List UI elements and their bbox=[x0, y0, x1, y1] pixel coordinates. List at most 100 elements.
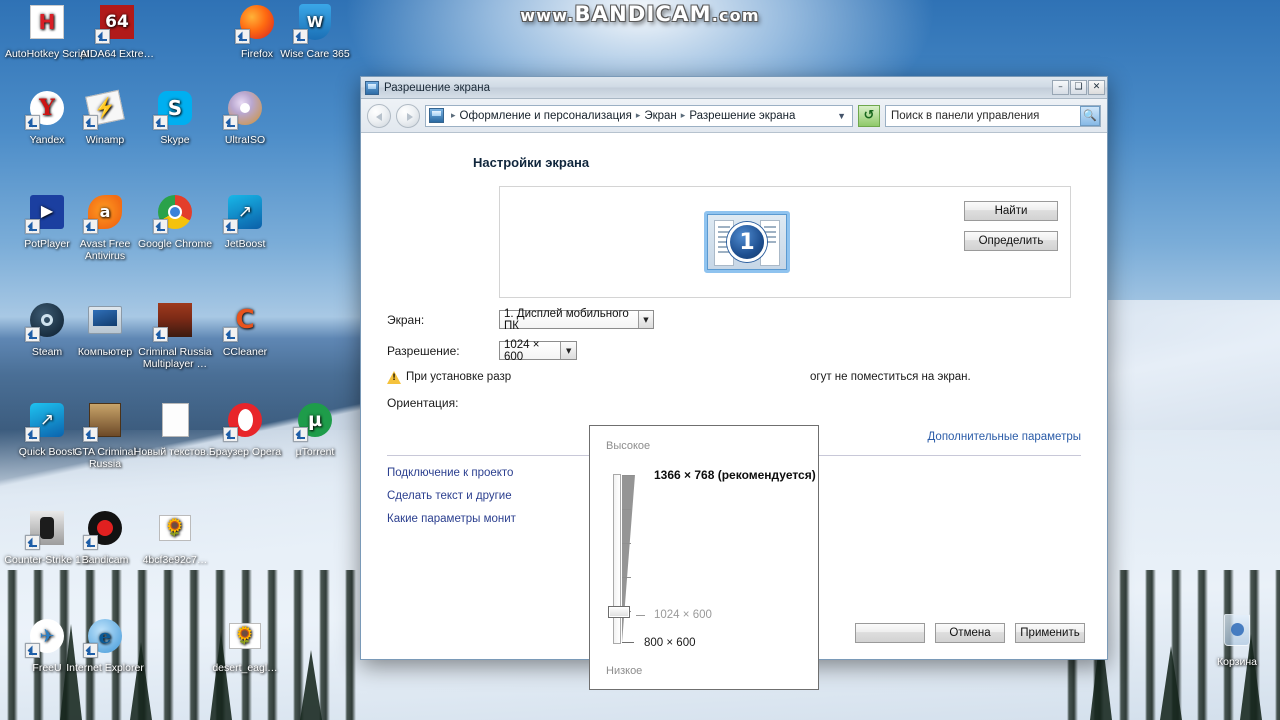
bandicam-watermark: www.BANDICAM.com bbox=[0, 2, 1280, 26]
search-placeholder: Поиск в панели управления bbox=[891, 109, 1040, 122]
desktop-icon-ultraiso[interactable]: UltraISO bbox=[202, 86, 288, 146]
resolution-dropdown-popup[interactable]: Высокое Низкое 1366 × 768 (рекомендуется… bbox=[589, 425, 819, 690]
page-title: Настройки экрана bbox=[473, 155, 590, 170]
help-links: Подключение к проекто Сделать текст и др… bbox=[387, 467, 516, 525]
desktop-icon-label: Wise Care 365 bbox=[280, 48, 350, 60]
display-settings-icon bbox=[365, 80, 379, 95]
display-resolution-window[interactable]: Разрешение экрана – ❑ ✕ ▸ Оформление и п… bbox=[360, 76, 1108, 690]
monitor-preview-icon[interactable]: 1 bbox=[704, 211, 790, 273]
search-input[interactable]: Поиск в панели управления 🔍 bbox=[885, 104, 1101, 127]
resolution-select[interactable]: 1024 × 600 ▼ bbox=[499, 338, 577, 363]
bandicam-icon bbox=[83, 506, 127, 550]
identify-button[interactable]: Определить bbox=[964, 231, 1058, 251]
resolution-label: Разрешение: bbox=[387, 343, 460, 358]
desktop-icon-internet-explorer[interactable]: e Internet Explorer bbox=[62, 614, 148, 674]
monitor-number: 1 bbox=[727, 222, 767, 262]
shortcut-arrow-icon bbox=[83, 643, 98, 658]
resolution-row: Разрешение: 1024 × 600 ▼ bbox=[387, 338, 1081, 363]
screen-select[interactable]: 1. Дисплей мобильного ПК ▼ bbox=[499, 307, 654, 332]
orientation-row: Ориентация: bbox=[387, 396, 1081, 410]
shortcut-arrow-icon bbox=[153, 327, 168, 342]
ok-button[interactable] bbox=[855, 623, 925, 643]
shortcut-arrow-icon bbox=[293, 29, 308, 44]
desktop-icon-utorrent[interactable]: µ µTorrent bbox=[272, 398, 358, 458]
utorrent-icon: µ bbox=[293, 398, 337, 442]
advanced-settings-link[interactable]: Дополнительные параметры bbox=[928, 431, 1082, 443]
slider-tick bbox=[622, 577, 631, 578]
cancel-button[interactable]: Отмена bbox=[935, 623, 1005, 643]
wisecare-icon: W bbox=[293, 0, 337, 44]
internet-explorer-icon: e bbox=[83, 614, 127, 658]
slider-tick bbox=[622, 475, 634, 476]
desktop-icon-image-file[interactable]: 🌻 4bcf3e92c7… bbox=[132, 506, 218, 566]
opera-icon bbox=[223, 398, 267, 442]
desktop-icon-wisecare[interactable]: W Wise Care 365 bbox=[272, 0, 358, 60]
breadcrumb[interactable]: ▸ Оформление и персонализация ▸ Экран ▸ … bbox=[425, 104, 853, 127]
desktop-icon-ccleaner[interactable]: C CCleaner bbox=[202, 298, 288, 358]
forward-arrow-icon[interactable] bbox=[396, 103, 420, 128]
refresh-icon[interactable]: ↺ bbox=[858, 104, 880, 127]
slider-track[interactable] bbox=[613, 474, 621, 644]
slider-tick bbox=[622, 543, 631, 544]
dropdown-option-1366x768[interactable]: 1366 × 768 (рекомендуется) bbox=[654, 468, 816, 482]
shortcut-arrow-icon bbox=[83, 427, 98, 442]
chevron-down-icon[interactable]: ▼ bbox=[637, 311, 653, 328]
breadcrumb-item-display[interactable]: Экран bbox=[644, 110, 676, 122]
orientation-label: Ориентация: bbox=[387, 396, 459, 410]
shortcut-arrow-icon bbox=[25, 115, 40, 130]
detect-button[interactable]: Найти bbox=[964, 201, 1058, 221]
dropdown-option-800x600[interactable]: 800 × 600 bbox=[644, 637, 695, 649]
window-content: Настройки экрана 1 Найти Определить Экра… bbox=[361, 133, 1107, 690]
breadcrumb-item-resolution[interactable]: Разрешение экрана bbox=[689, 110, 795, 122]
close-button[interactable]: ✕ bbox=[1088, 80, 1105, 95]
desktop-icon-aida64[interactable]: 64 AIDA64 Extre… bbox=[74, 0, 160, 60]
resolution-slider[interactable] bbox=[608, 474, 648, 644]
link-connect-projector[interactable]: Подключение к проекто bbox=[387, 467, 516, 479]
desktop-icon-label: 4bcf3e92c7… bbox=[142, 554, 208, 566]
skype-icon: S bbox=[153, 86, 197, 130]
desktop-icon-recycle-bin[interactable]: Корзина bbox=[1194, 608, 1280, 668]
window-controls: – ❑ ✕ bbox=[1052, 80, 1105, 95]
screen-select-value: 1. Дисплей мобильного ПК bbox=[504, 307, 629, 332]
window-title: Разрешение экрана bbox=[384, 81, 491, 94]
shortcut-arrow-icon bbox=[25, 327, 40, 342]
window-titlebar[interactable]: Разрешение экрана – ❑ ✕ bbox=[361, 77, 1107, 99]
desktop-icon-label: JetBoost bbox=[224, 238, 266, 250]
shortcut-arrow-icon bbox=[83, 115, 98, 130]
dropdown-option-1024x600[interactable]: 1024 × 600 bbox=[654, 609, 712, 621]
chrome-icon bbox=[153, 190, 197, 234]
chevron-down-icon[interactable]: ▼ bbox=[833, 111, 850, 121]
gta-cr-icon bbox=[83, 398, 127, 442]
slider-thumb[interactable] bbox=[608, 606, 630, 618]
image-file-icon: 🌻 bbox=[223, 614, 267, 658]
link-monitor-settings[interactable]: Какие параметры монит bbox=[387, 513, 516, 525]
ultraiso-icon bbox=[223, 86, 267, 130]
shortcut-arrow-icon bbox=[223, 327, 238, 342]
maximize-button[interactable]: ❑ bbox=[1070, 80, 1087, 95]
minimize-button[interactable]: – bbox=[1052, 80, 1069, 95]
chevron-down-icon[interactable]: ▼ bbox=[560, 342, 576, 359]
desktop-icon-label: UltraISO bbox=[224, 134, 266, 146]
desktop-icon-label: Internet Explorer bbox=[66, 662, 144, 674]
link-make-text-larger[interactable]: Сделать текст и другие bbox=[387, 490, 516, 502]
resolution-select-value: 1024 × 600 bbox=[504, 338, 540, 363]
watermark-prefix: www. bbox=[520, 6, 575, 25]
desktop-icon-label: desert_eagl… bbox=[212, 662, 278, 674]
shortcut-arrow-icon bbox=[25, 643, 40, 658]
apply-button[interactable]: Применить bbox=[1015, 623, 1085, 643]
desktop-icon-image-file[interactable]: 🌻 desert_eagl… bbox=[202, 614, 288, 674]
back-arrow-icon[interactable] bbox=[367, 103, 391, 128]
breadcrumb-separator: ▸ bbox=[635, 110, 641, 120]
computer-icon bbox=[83, 298, 127, 342]
breadcrumb-item-appearance[interactable]: Оформление и персонализация bbox=[460, 110, 632, 122]
dropdown-low-label: Низкое bbox=[606, 665, 643, 677]
search-icon[interactable]: 🔍 bbox=[1080, 105, 1100, 126]
warning-triangle-icon bbox=[387, 371, 401, 384]
shortcut-arrow-icon bbox=[153, 115, 168, 130]
shortcut-arrow-icon bbox=[223, 219, 238, 234]
warning-text-right: огут не поместиться на экран. bbox=[810, 371, 971, 383]
shortcut-arrow-icon bbox=[83, 535, 98, 550]
shortcut-arrow-icon bbox=[293, 427, 308, 442]
wallpaper-tree bbox=[1160, 646, 1182, 720]
desktop-icon-jetboost[interactable]: ↗ JetBoost bbox=[202, 190, 288, 250]
